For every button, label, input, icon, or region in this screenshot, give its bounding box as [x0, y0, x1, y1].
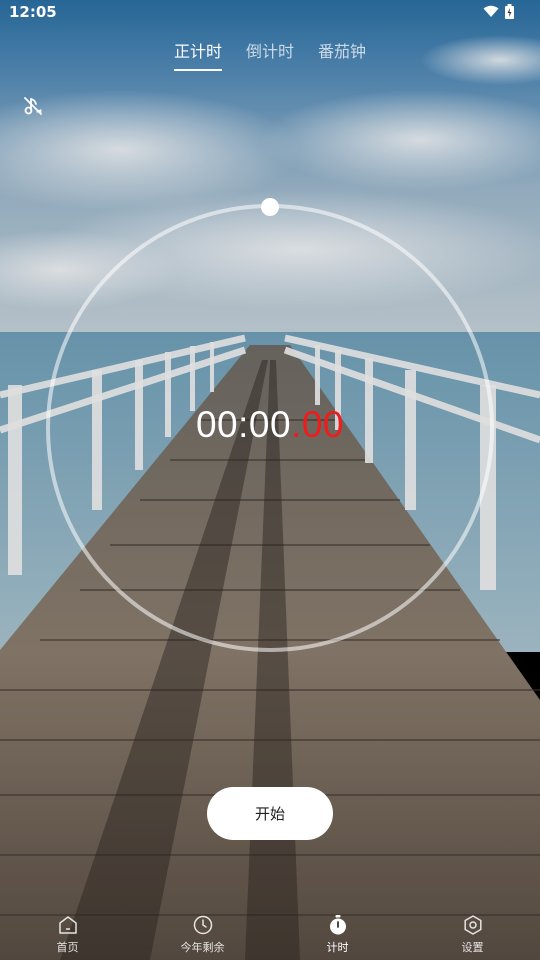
- timer-separator: :: [238, 404, 249, 445]
- nav-label-timer: 计时: [326, 941, 349, 954]
- wifi-icon: [483, 5, 499, 17]
- nav-label-year-remaining: 今年剩余: [180, 941, 225, 954]
- tab-countdown[interactable]: 倒计时: [246, 36, 294, 72]
- active-tab-indicator: [173, 69, 222, 71]
- nav-item-timer[interactable]: 计时: [270, 912, 405, 960]
- timer-minutes: 00: [195, 404, 239, 445]
- settings-icon: [463, 915, 482, 935]
- clock-icon: [193, 915, 212, 935]
- nav-item-year-remaining[interactable]: 今年剩余: [135, 912, 270, 960]
- nav-label-home: 首页: [56, 941, 79, 954]
- nav-label-settings: 设置: [461, 941, 484, 954]
- status-icons: [483, 4, 514, 19]
- sound-off-icon[interactable]: [22, 95, 44, 117]
- tab-pomodoro[interactable]: 番茄钟: [318, 36, 366, 72]
- battery-icon: [505, 4, 514, 19]
- timer-display: 00:00.00: [0, 404, 540, 446]
- stopwatch-icon: [329, 915, 346, 935]
- mode-tabs: 正计时 倒计时 番茄钟: [0, 36, 540, 72]
- tab-pomodoro-label: 番茄钟: [318, 42, 367, 61]
- app-screen: 12:05 正计时 倒计时 番茄钟 00:00.00 开始 首页 今年剩余 计时…: [0, 0, 540, 960]
- status-bar: 12:05: [0, 0, 540, 24]
- timer-seconds: 00: [248, 404, 292, 445]
- nav-item-settings[interactable]: 设置: [405, 912, 540, 960]
- bottom-nav: 首页 今年剩余 计时 设置: [0, 912, 540, 960]
- dial-handle[interactable]: [261, 198, 279, 216]
- status-time: 12:05: [9, 3, 57, 21]
- start-button[interactable]: 开始: [207, 787, 333, 840]
- nav-item-home[interactable]: 首页: [0, 912, 135, 960]
- tab-count-up[interactable]: 正计时: [173, 36, 222, 72]
- tab-countdown-label: 倒计时: [245, 42, 294, 61]
- timer-centiseconds: .00: [291, 404, 345, 445]
- home-icon: [58, 916, 77, 934]
- tab-count-up-label: 正计时: [173, 42, 222, 61]
